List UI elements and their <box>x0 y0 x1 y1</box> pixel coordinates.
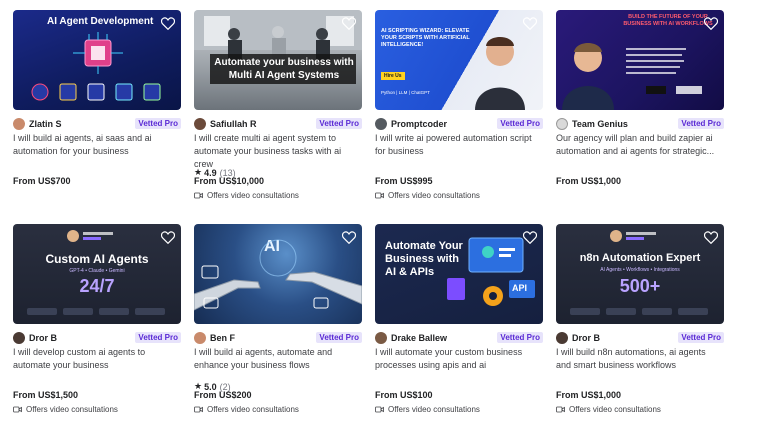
gig-title[interactable]: I will build n8n automations, ai agents … <box>556 346 716 372</box>
gig-price: From US$995 <box>375 176 433 186</box>
video-consultation: Offers video consultations <box>375 191 480 200</box>
heart-icon[interactable] <box>342 231 356 244</box>
vetted-pro-badge: Vetted Pro <box>497 118 543 129</box>
gig-price: From US$200 <box>194 390 252 400</box>
presenter-graphic <box>562 43 702 110</box>
gig-card[interactable]: AI Ben F Vetted Pro I will build ai agen… <box>194 224 362 429</box>
video-consultation: Offers video consultations <box>375 405 480 414</box>
vetted-pro-badge: Vetted Pro <box>678 118 724 129</box>
video-consultation: Offers video consultations <box>556 405 661 414</box>
video-camera-icon <box>375 192 384 199</box>
seller-info[interactable]: Ben F Vetted Pro <box>194 331 362 345</box>
video-consultation-label: Offers video consultations <box>207 405 299 414</box>
seller-name[interactable]: Dror B <box>29 333 57 343</box>
avatar[interactable] <box>13 118 25 130</box>
video-consultation-label: Offers video consultations <box>569 405 661 414</box>
avatar[interactable] <box>13 332 25 344</box>
video-consultation-label: Offers video consultations <box>388 405 480 414</box>
avatar[interactable] <box>375 332 387 344</box>
avatar[interactable] <box>375 118 387 130</box>
seller-name[interactable]: Drake Ballew <box>391 333 447 343</box>
vetted-pro-badge: Vetted Pro <box>497 332 543 343</box>
avatar[interactable] <box>194 118 206 130</box>
video-consultation: Offers video consultations <box>13 405 118 414</box>
seller-info[interactable]: Dror B Vetted Pro <box>556 331 724 345</box>
heart-icon[interactable] <box>523 17 537 30</box>
thumbnail-title: Automate your business with Multi AI Age… <box>214 57 354 81</box>
gig-thumbnail[interactable]: Automate Your Business with AI & APIs AP… <box>375 224 543 324</box>
video-consultation: Offers video consultations <box>194 405 299 414</box>
gig-thumbnail[interactable]: AI Agent Development <box>13 10 181 110</box>
seller-name[interactable]: Safiullah R <box>210 119 257 129</box>
seller-name[interactable]: Ben F <box>210 333 235 343</box>
seller-info[interactable]: Team Genius Vetted Pro <box>556 117 724 131</box>
gig-title[interactable]: Our agency will plan and build zapier ai… <box>556 132 716 158</box>
gig-card[interactable]: BUILD THE FUTURE OF YOUR BUSINESS WITH A… <box>556 10 724 220</box>
gig-thumbnail[interactable]: BUILD THE FUTURE OF YOUR BUSINESS WITH A… <box>556 10 724 110</box>
gig-title[interactable]: I will build ai agents, automate and enh… <box>194 346 354 372</box>
video-consultation-label: Offers video consultations <box>388 191 480 200</box>
seller-name[interactable]: Dror B <box>572 333 600 343</box>
video-camera-icon <box>194 192 203 199</box>
thumbnail-api-label: API <box>512 283 528 293</box>
gig-price: From US$10,000 <box>194 176 265 186</box>
gig-card[interactable]: Custom AI Agents GPT-4 • Claude • Gemini… <box>13 224 181 429</box>
heart-icon[interactable] <box>523 231 537 244</box>
video-camera-icon <box>556 406 565 413</box>
video-camera-icon <box>375 406 384 413</box>
seller-info[interactable]: Zlatin S Vetted Pro <box>13 117 181 131</box>
gig-card[interactable]: Automate Your Business with AI & APIs AP… <box>375 224 543 429</box>
chip-graphic <box>31 32 161 101</box>
gig-title[interactable]: I will create multi ai agent system to a… <box>194 132 354 171</box>
gig-price: From US$100 <box>375 390 433 400</box>
video-camera-icon <box>194 406 203 413</box>
gig-thumbnail[interactable]: n8n Automation Expert AI Agents • Workfl… <box>556 224 724 324</box>
video-consultation-label: Offers video consultations <box>26 405 118 414</box>
heart-icon[interactable] <box>704 231 718 244</box>
avatar[interactable] <box>194 332 206 344</box>
avatar[interactable] <box>556 332 568 344</box>
gig-card[interactable]: n8n Automation Expert AI Agents • Workfl… <box>556 224 724 429</box>
thumbnail-decor <box>27 230 165 315</box>
gig-price: From US$1,500 <box>13 390 79 400</box>
gig-card[interactable]: Automate your business with Multi AI Age… <box>194 10 362 220</box>
seller-name[interactable]: Zlatin S <box>29 119 62 129</box>
gig-thumbnail[interactable]: AI SCRIPTING WIZARD: ELEVATE YOUR SCRIPT… <box>375 10 543 110</box>
heart-icon[interactable] <box>342 17 356 30</box>
gig-thumbnail[interactable]: AI <box>194 224 362 324</box>
seller-name[interactable]: Team Genius <box>572 119 628 129</box>
gig-title[interactable]: I will build ai agents, ai saas and ai a… <box>13 132 173 158</box>
video-consultation-label: Offers video consultations <box>207 191 299 200</box>
thumbnail-decor <box>570 230 708 315</box>
gig-title[interactable]: I will develop custom ai agents to autom… <box>13 346 173 372</box>
vetted-pro-badge: Vetted Pro <box>678 332 724 343</box>
heart-icon[interactable] <box>704 17 718 30</box>
vetted-pro-badge: Vetted Pro <box>135 332 181 343</box>
heart-icon[interactable] <box>161 17 175 30</box>
seller-info[interactable]: Drake Ballew Vetted Pro <box>375 331 543 345</box>
vetted-pro-badge: Vetted Pro <box>316 332 362 343</box>
gig-title[interactable]: I will automate your custom business pro… <box>375 346 535 372</box>
gig-price: From US$1,000 <box>556 390 622 400</box>
gig-thumbnail[interactable]: Custom AI Agents GPT-4 • Claude • Gemini… <box>13 224 181 324</box>
robot-hand-graphic <box>194 239 362 311</box>
gig-title[interactable]: I will write ai powered automation scrip… <box>375 132 535 158</box>
seller-info[interactable]: Safiullah R Vetted Pro <box>194 117 362 131</box>
person-graphic <box>475 37 525 110</box>
gig-thumbnail[interactable]: Automate your business with Multi AI Age… <box>194 10 362 110</box>
vetted-pro-badge: Vetted Pro <box>135 118 181 129</box>
vetted-pro-badge: Vetted Pro <box>316 118 362 129</box>
gig-card[interactable]: AI Agent Development Zlatin S Vetted Pro… <box>13 10 181 220</box>
seller-info[interactable]: Promptcoder Vetted Pro <box>375 117 543 131</box>
heart-icon[interactable] <box>161 231 175 244</box>
seller-info[interactable]: Dror B Vetted Pro <box>13 331 181 345</box>
video-consultation: Offers video consultations <box>194 191 299 200</box>
gig-price: From US$1,000 <box>556 176 622 186</box>
avatar[interactable] <box>556 118 568 130</box>
video-camera-icon <box>13 406 22 413</box>
seller-name[interactable]: Promptcoder <box>391 119 447 129</box>
api-graphic <box>447 237 535 306</box>
gig-card[interactable]: AI SCRIPTING WIZARD: ELEVATE YOUR SCRIPT… <box>375 10 543 220</box>
gig-price: From US$700 <box>13 176 71 186</box>
